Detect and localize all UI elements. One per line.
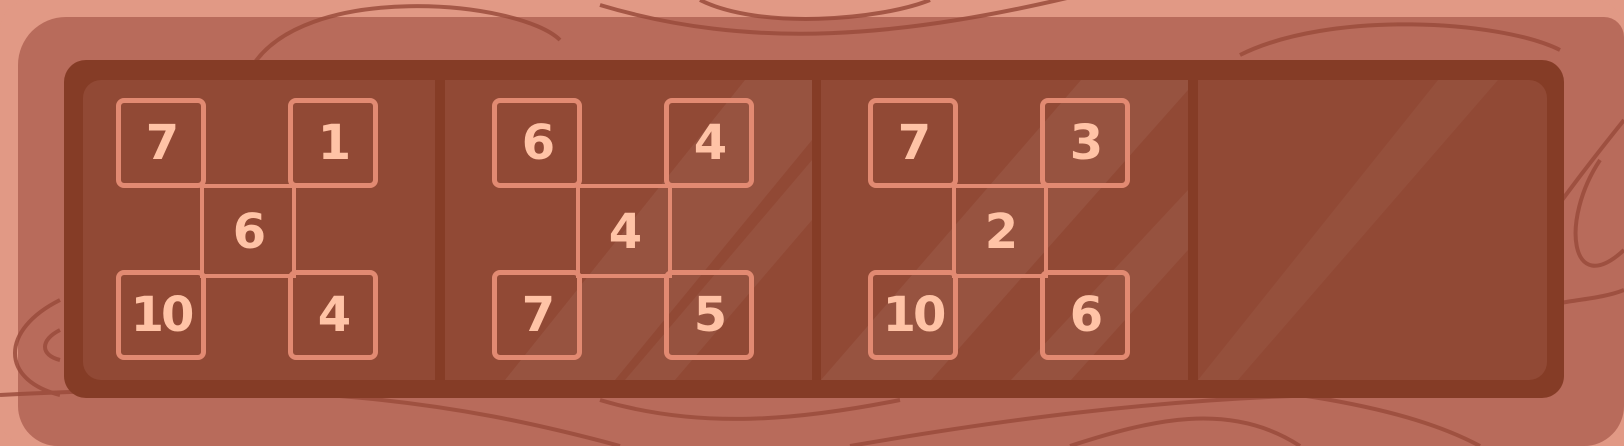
number-tile[interactable]: 7 [492,270,582,360]
number-tile[interactable]: 7 [868,98,958,188]
number-tile[interactable]: 4 [288,270,378,360]
center-number-tile[interactable]: 2 [954,188,1046,276]
number-tile[interactable]: 3 [1040,98,1130,188]
number-tile[interactable]: 1 [288,98,378,188]
number-tile[interactable]: 6 [1040,270,1130,360]
number-tile[interactable]: 4 [664,98,754,188]
number-tile[interactable]: 5 [664,270,754,360]
game-board: 7 1 6 10 4 6 4 4 7 5 7 3 2 10 6 [0,0,1624,446]
center-number-tile[interactable]: 6 [202,188,294,276]
glass-shine [1198,80,1498,380]
number-tile[interactable]: 7 [116,98,206,188]
puzzle-2: 6 4 4 7 5 [492,98,756,366]
number-tile[interactable]: 10 [116,270,206,360]
number-tile[interactable]: 10 [868,270,958,360]
puzzle-3: 7 3 2 10 6 [868,98,1132,366]
puzzle-1: 7 1 6 10 4 [116,98,380,366]
empty-panel [1198,80,1547,380]
center-number-tile[interactable]: 4 [578,188,670,276]
number-tile[interactable]: 6 [492,98,582,188]
